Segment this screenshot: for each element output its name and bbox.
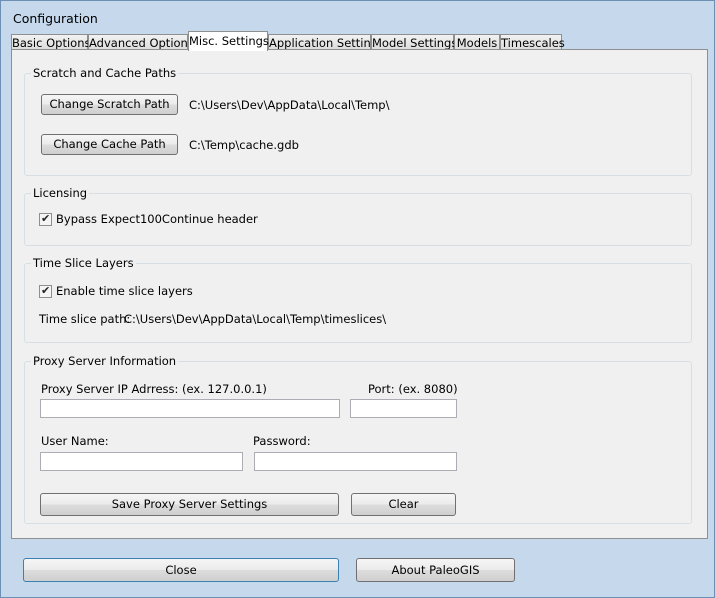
time-slice-legend: Time Slice Layers: [31, 256, 136, 270]
tab-misc-settings[interactable]: Misc. Settings: [188, 31, 269, 51]
bypass-expect100-label[interactable]: Bypass Expect100Continue header: [56, 212, 258, 226]
about-paleogis-button[interactable]: About PaleoGIS: [356, 558, 515, 582]
scratch-cache-group: Scratch and Cache Paths Change Scratch P…: [24, 66, 692, 176]
change-cache-path-button[interactable]: Change Cache Path: [41, 134, 178, 155]
proxy-port-label: Port: (ex. 8080): [368, 382, 458, 396]
password-label: Password:: [253, 434, 311, 448]
proxy-ip-input[interactable]: [40, 399, 340, 418]
proxy-ip-label: Proxy Server IP Adrress: (ex. 127.0.0.1): [41, 382, 267, 396]
user-name-label: User Name:: [41, 434, 109, 448]
misc-settings-page: Scratch and Cache Paths Change Scratch P…: [11, 49, 708, 539]
tab-basic-options[interactable]: Basic Options: [11, 34, 90, 50]
scratch-cache-legend: Scratch and Cache Paths: [31, 66, 179, 80]
title-bar[interactable]: Configuration: [1, 1, 714, 35]
licensing-group: Licensing ✔ Bypass Expect100Continue hea…: [24, 186, 692, 246]
tab-model-settings[interactable]: Model Settings: [371, 34, 457, 50]
proxy-port-input[interactable]: [350, 399, 457, 418]
time-slice-path-value: C:\Users\Dev\AppData\Local\Temp\timeslic…: [124, 312, 387, 326]
bypass-expect100-checkbox[interactable]: ✔: [39, 212, 52, 226]
enable-time-slice-label[interactable]: Enable time slice layers: [56, 284, 193, 298]
clear-proxy-button[interactable]: Clear: [351, 493, 456, 516]
cache-path-value: C:\Temp\cache.gdb: [189, 138, 299, 152]
tab-application-settings[interactable]: Application Settings: [268, 34, 384, 50]
time-slice-path-label: Time slice path:: [39, 312, 131, 326]
proxy-server-group: Proxy Server Information Proxy Server IP…: [24, 354, 692, 524]
password-input[interactable]: [254, 452, 457, 471]
time-slice-group: Time Slice Layers ✔ Enable time slice la…: [24, 256, 692, 343]
checkmark-icon: ✔: [41, 284, 51, 297]
configuration-window: Configuration Basic Options Advanced Opt…: [0, 0, 715, 598]
licensing-legend: Licensing: [31, 186, 90, 200]
checkmark-icon: ✔: [41, 212, 51, 225]
tab-timescales[interactable]: Timescales: [500, 34, 565, 50]
scratch-path-value: C:\Users\Dev\AppData\Local\Temp\: [189, 98, 390, 112]
window-title: Configuration: [13, 11, 98, 26]
tab-advanced-options[interactable]: Advanced Options: [88, 34, 194, 50]
tab-models[interactable]: Models: [454, 34, 500, 50]
enable-time-slice-checkbox[interactable]: ✔: [39, 284, 52, 298]
proxy-server-legend: Proxy Server Information: [31, 354, 179, 368]
save-proxy-settings-button[interactable]: Save Proxy Server Settings: [40, 493, 339, 516]
user-name-input[interactable]: [40, 452, 243, 471]
change-scratch-path-button[interactable]: Change Scratch Path: [41, 94, 178, 115]
close-button[interactable]: Close: [23, 558, 339, 582]
